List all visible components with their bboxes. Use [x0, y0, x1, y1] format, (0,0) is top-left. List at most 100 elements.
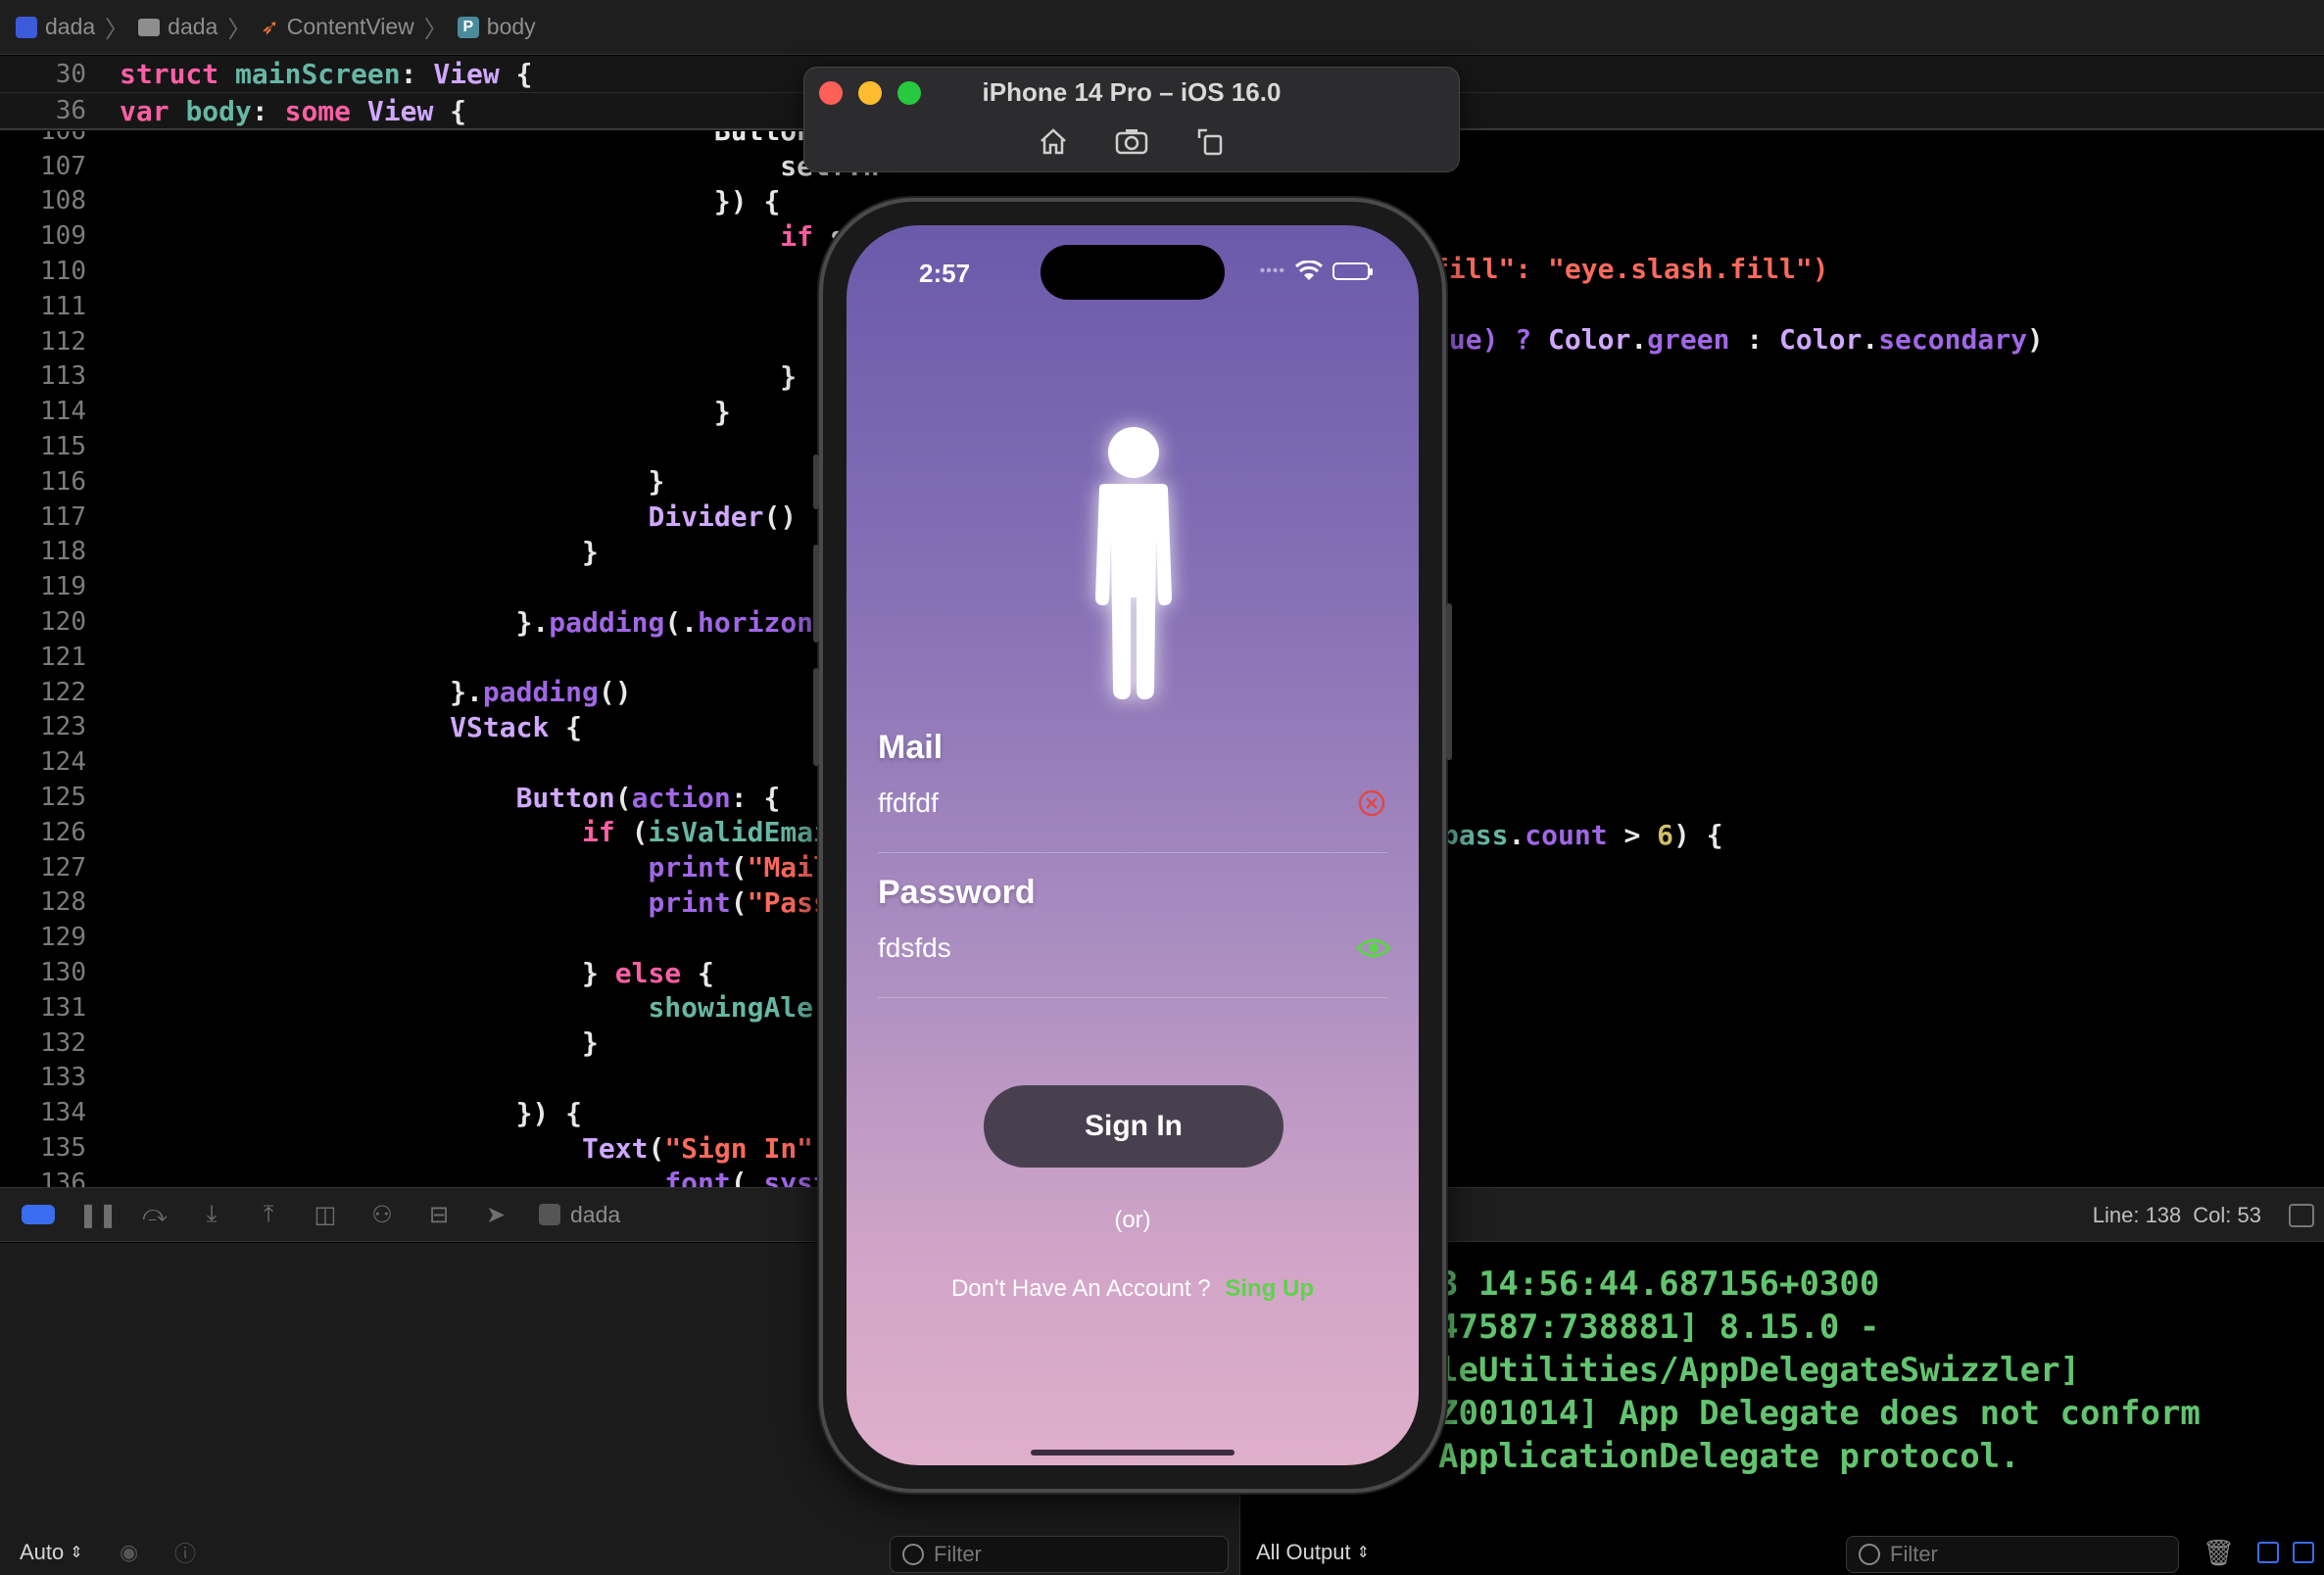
line-number: 111: [40, 291, 86, 321]
code-text: showingAlert1 =: [648, 991, 896, 1025]
line-number: 115: [40, 432, 86, 462]
split-right-icon[interactable]: [2293, 1530, 2314, 1575]
line-number: 129: [40, 923, 86, 953]
screenshot-icon[interactable]: [1114, 124, 1149, 158]
swift-file-icon: ➶: [261, 14, 279, 39]
simulator-window[interactable]: iPhone 14 Pro – iOS 16.0: [803, 67, 1460, 172]
eye-icon[interactable]: ◉: [120, 1530, 138, 1575]
pause-icon[interactable]: ❚❚: [78, 1202, 118, 1228]
line-number: 121: [40, 642, 86, 672]
volume-button: [813, 454, 819, 509]
line-number: 120: [40, 607, 86, 638]
no-account-text: Don't Have An Account ?: [950, 1275, 1211, 1302]
chevron-right-icon: 〉: [227, 17, 252, 43]
code-text: Button(action: {: [515, 781, 781, 814]
jump-bar-label: dada: [168, 14, 218, 39]
line-number: 113: [40, 361, 86, 392]
breakpoints-toggle-icon[interactable]: [22, 1205, 55, 1224]
console-line: leUtilities/AppDelegateSwizzler]: [1438, 1351, 2081, 1390]
step-into-icon[interactable]: ⤓: [198, 1201, 225, 1227]
line-number: 116: [40, 466, 86, 497]
trash-icon[interactable]: 🗑: [2203, 1530, 2235, 1575]
line-number: 108: [40, 186, 86, 216]
wifi-icon: [1295, 261, 1323, 280]
sign-in-button[interactable]: Sign In: [984, 1085, 1283, 1168]
app-icon: [539, 1204, 560, 1225]
volume-button: [813, 545, 819, 643]
password-label: Password: [878, 874, 1036, 911]
status-icons: ••••: [1260, 261, 1373, 282]
jump-bar-item-file[interactable]: ➶ ContentView: [261, 14, 413, 40]
line-indicator: Line: 138: [2092, 1203, 2182, 1227]
code-text: }.padding(): [120, 676, 632, 709]
output-selector[interactable]: All Output ⇕: [1256, 1530, 1370, 1575]
line-number: 123: [40, 712, 86, 742]
memory-graph-icon[interactable]: ⚇: [368, 1202, 396, 1228]
code-text: } else {: [120, 956, 714, 989]
mail-field[interactable]: ffdfdf: [878, 788, 939, 819]
scheme-selector[interactable]: dada: [539, 1202, 620, 1228]
code-text: var body: some View {: [120, 94, 467, 127]
signup-row: Don't Have An Account ? Sing Up: [847, 1275, 1419, 1303]
environment-overrides-icon[interactable]: ⊟: [425, 1202, 453, 1228]
panel-toggle-icon[interactable]: [2289, 1204, 2314, 1227]
sign-up-link[interactable]: Sing Up: [1225, 1275, 1314, 1302]
jump-bar-item-folder[interactable]: dada: [138, 14, 218, 40]
code-text: Button(act: [86, 131, 880, 147]
home-icon[interactable]: [1036, 124, 1071, 158]
variables-filter-field[interactable]: Filter: [890, 1536, 1229, 1573]
line-number: 118: [40, 537, 86, 567]
code-text: }: [120, 535, 599, 568]
or-separator: (or): [1114, 1207, 1151, 1233]
console-filter-field[interactable]: Filter: [1846, 1536, 2179, 1573]
console-line: 47587:738881] 8.15.0 -: [1438, 1308, 1880, 1347]
code-text: if self.: [780, 219, 912, 253]
code-text: Ima: [86, 256, 896, 288]
console-line: ApplicationDelegate protocol.: [1438, 1437, 2020, 1476]
location-icon[interactable]: ➤: [482, 1202, 509, 1228]
line-number: 107: [40, 151, 86, 181]
line-number: 128: [40, 887, 86, 918]
code-text: }: [120, 395, 731, 428]
view-hierarchy-icon[interactable]: ◫: [312, 1202, 339, 1228]
line-number: 127: [40, 852, 86, 883]
simulator-title: iPhone 14 Pro – iOS 16.0: [982, 77, 1282, 107]
code-text: }: [120, 1026, 599, 1060]
jump-bar-item-project[interactable]: dada: [16, 14, 95, 40]
jump-bar-item-symbol[interactable]: P body: [457, 14, 536, 40]
chevron-up-down-icon: ⇕: [70, 1545, 83, 1561]
cursor-position: Line: 138 Col: 53: [2093, 1188, 2261, 1243]
battery-icon: [1332, 262, 1373, 280]
folder-icon: [138, 18, 161, 36]
step-out-icon[interactable]: ⤒: [255, 1201, 282, 1227]
rotate-icon[interactable]: [1192, 124, 1228, 158]
info-icon[interactable]: ⓘ: [174, 1530, 196, 1575]
code-text: struct mainScreen: View {: [120, 58, 533, 90]
code-text: }) {: [120, 1096, 583, 1129]
line-number: 109: [40, 221, 86, 252]
iphone-device-frame: 2:57 •••• Mail ffdfdf Password fdsfds Si…: [813, 198, 1452, 1493]
split-left-icon[interactable]: [2257, 1530, 2279, 1575]
error-clear-icon[interactable]: [1358, 789, 1385, 817]
simulator-toolbar: [804, 124, 1459, 158]
password-field[interactable]: fdsfds: [878, 932, 951, 964]
code-fragment: rue) ? Color.green : Color.secondary): [1432, 323, 2044, 356]
code-text: Divider(): [648, 501, 798, 534]
home-indicator[interactable]: [1031, 1450, 1235, 1456]
filter-icon: [1859, 1544, 1880, 1565]
filter-placeholder: Filter: [934, 1542, 982, 1566]
dynamic-island: [1041, 245, 1225, 300]
output-label: All Output: [1256, 1540, 1351, 1564]
line-number: 131: [40, 992, 86, 1023]
mail-label: Mail: [878, 729, 944, 766]
console-line: 3 14:56:44.687156+0300: [1438, 1265, 1880, 1304]
line-number: 130: [40, 958, 86, 988]
line-number: 106: [0, 131, 86, 146]
line-number: 117: [40, 501, 86, 532]
variables-scope-menu[interactable]: Auto ⇕: [20, 1530, 83, 1575]
property-icon: P: [457, 16, 479, 38]
login-screen: 2:57 •••• Mail ffdfdf Password fdsfds Si…: [847, 225, 1419, 1465]
eye-fill-icon[interactable]: [1356, 936, 1391, 960]
code-text: }.padding(.horizontal,: [120, 605, 880, 639]
step-over-icon[interactable]: ⤼: [141, 1201, 169, 1227]
